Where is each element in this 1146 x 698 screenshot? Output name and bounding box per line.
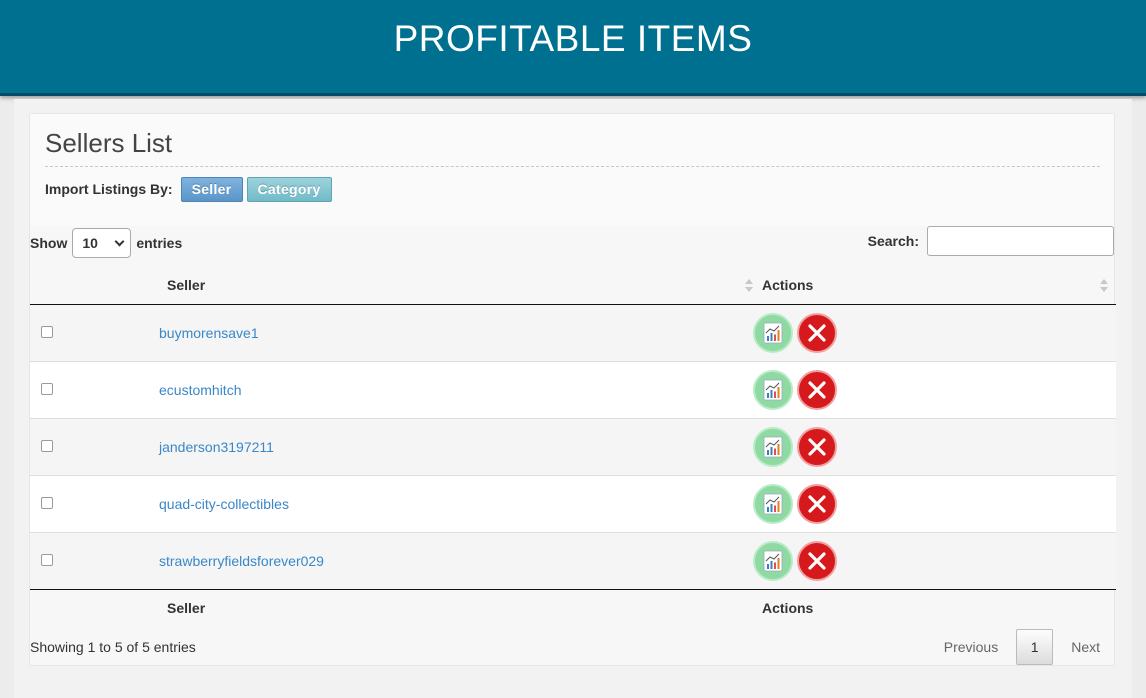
checkbox-column-footer	[30, 588, 139, 627]
table-row: strawberryfieldsforever029	[30, 531, 1116, 589]
import-label: Import Listings By:	[45, 181, 173, 197]
page-size-value: 10	[82, 235, 98, 251]
row-checkbox[interactable]	[41, 325, 53, 338]
table-row: quad-city-collectibles	[30, 474, 1116, 532]
delete-x-icon[interactable]	[797, 312, 837, 353]
actions-cell	[753, 417, 1116, 475]
row-checkbox-cell	[30, 531, 139, 589]
table-header-row: Seller Actions	[30, 266, 1116, 305]
import-options: Import Listings By: Seller Category	[45, 176, 332, 202]
app-title: PROFITABLE ITEMS	[393, 18, 753, 59]
chevron-down-icon	[114, 236, 125, 246]
entries-label: entries	[136, 235, 183, 251]
row-checkbox-cell	[30, 360, 139, 418]
import-by-seller-button[interactable]: Seller	[180, 176, 243, 202]
show-label: Show	[30, 235, 68, 251]
seller-cell: ecustomhitch	[139, 360, 761, 418]
import-by-category-button[interactable]: Category	[246, 176, 332, 202]
seller-link[interactable]: quad-city-collectibles	[159, 496, 289, 512]
row-checkbox[interactable]	[41, 382, 53, 395]
table-row: janderson3197211	[30, 417, 1116, 475]
delete-x-icon[interactable]	[797, 540, 837, 581]
app-header: PROFITABLE ITEMS	[0, 0, 1146, 96]
actions-column-footer: Actions	[761, 588, 1116, 627]
chart-stats-icon[interactable]	[753, 540, 793, 581]
actions-cell	[753, 474, 1116, 532]
seller-cell: strawberryfieldsforever029	[139, 531, 761, 589]
seller-cell: buymorensave1	[139, 304, 761, 361]
actions-cell	[753, 531, 1116, 589]
seller-column-header[interactable]: Seller	[139, 266, 761, 305]
seller-link[interactable]: ecustomhitch	[159, 382, 241, 398]
checkbox-column-header	[30, 266, 139, 305]
chart-stats-icon[interactable]	[753, 312, 793, 353]
delete-x-icon[interactable]	[797, 369, 837, 410]
seller-link[interactable]: strawberryfieldsforever029	[159, 553, 324, 569]
chart-stats-icon[interactable]	[753, 426, 793, 467]
delete-x-icon[interactable]	[797, 483, 837, 524]
actions-cell	[753, 360, 1116, 418]
title-divider	[45, 166, 1100, 167]
previous-page-button[interactable]: Previous	[930, 639, 1012, 655]
sellers-panel: Sellers List Import Listings By: Seller …	[29, 113, 1116, 666]
seller-link[interactable]: buymorensave1	[159, 325, 259, 341]
table-row: ecustomhitch	[30, 360, 1116, 418]
chart-stats-icon[interactable]	[753, 483, 793, 524]
row-checkbox-cell	[30, 304, 139, 361]
actions-column-header[interactable]: Actions	[761, 266, 1116, 305]
table-row: buymorensave1	[30, 304, 1116, 361]
content-area: Sellers List Import Listings By: Seller …	[14, 99, 1132, 698]
page-size-control: Show 10 entries	[30, 228, 182, 258]
seller-column-footer: Seller	[139, 588, 761, 627]
next-page-button[interactable]: Next	[1057, 639, 1114, 655]
table-footer-row: Seller Actions	[30, 588, 1116, 627]
pagination: Previous 1 Next	[930, 629, 1114, 665]
seller-cell: janderson3197211	[139, 417, 761, 475]
delete-x-icon[interactable]	[797, 426, 837, 467]
search-label: Search:	[867, 233, 919, 249]
table-info: Showing 1 to 5 of 5 entries	[30, 639, 196, 655]
search-control: Search:	[868, 226, 1114, 256]
sellers-table: Seller Actions buymorensave1 ecustomhitc…	[30, 266, 1116, 627]
page-size-select[interactable]: 10	[72, 228, 132, 258]
seller-cell: quad-city-collectibles	[139, 474, 761, 532]
row-checkbox[interactable]	[41, 439, 53, 452]
row-checkbox[interactable]	[41, 496, 53, 509]
search-input[interactable]	[927, 226, 1114, 256]
chart-stats-icon[interactable]	[753, 369, 793, 410]
panel-title: Sellers List	[45, 128, 173, 158]
row-checkbox-cell	[30, 474, 139, 532]
actions-cell	[753, 304, 1116, 361]
seller-link[interactable]: janderson3197211	[159, 439, 274, 455]
panel-header: Sellers List Import Listings By: Seller …	[30, 114, 1114, 226]
page-1-button[interactable]: 1	[1016, 629, 1054, 665]
row-checkbox[interactable]	[41, 553, 53, 566]
row-checkbox-cell	[30, 417, 139, 475]
table-controls: Show 10 entries Search:	[30, 226, 1114, 266]
